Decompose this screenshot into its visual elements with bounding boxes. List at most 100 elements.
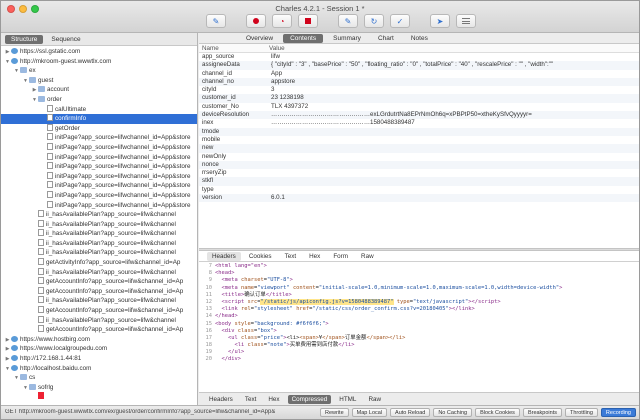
- param-row[interactable]: nonce: [199, 160, 639, 170]
- tab-body-hex[interactable]: Hex: [264, 395, 283, 404]
- tree-row[interactable]: ii_hasAvailablePlan?app_source=lifw&chan…: [1, 248, 197, 258]
- param-row[interactable]: stkfl: [199, 177, 639, 186]
- disclosure-collapsed-icon[interactable]: ▶: [4, 48, 11, 57]
- toggle-no-caching[interactable]: No Caching: [433, 408, 473, 417]
- param-row[interactable]: type: [199, 186, 639, 194]
- param-row[interactable]: channel_no appstore: [199, 77, 639, 87]
- repeat-button[interactable]: ↻: [364, 14, 384, 28]
- param-row[interactable]: cityId 3: [199, 86, 639, 94]
- tree-row[interactable]: ▶ https://ssl.gstatic.com: [1, 47, 197, 57]
- tree-row[interactable]: initPage?app_source=lifwchannel_id=App&s…: [1, 171, 197, 182]
- tab-raw[interactable]: Raw: [356, 252, 379, 261]
- param-row[interactable]: app_source lifw: [199, 53, 639, 61]
- tree-row[interactable]: initPage?app_source=lifwchannel_id=App&s…: [1, 142, 197, 153]
- tab-body-text[interactable]: Text: [241, 395, 261, 404]
- tree-row[interactable]: ▼ http://mkroom-guest.wwwtlx.com: [1, 57, 197, 67]
- tree-row[interactable]: ii_hasAvailablePlan?app_source=lifw&chan…: [1, 267, 197, 278]
- toggle-map-local[interactable]: Map Local: [351, 408, 388, 417]
- tree-row[interactable]: getAccountInfo?app_source=lifw&channel_i…: [1, 286, 197, 297]
- param-row[interactable]: customer_id 23 1238198: [199, 94, 639, 103]
- toggle-recording[interactable]: Recording: [600, 408, 636, 417]
- tree-row[interactable]: ii_hasAvailablePlan?app_source=lifw&chan…: [1, 296, 197, 306]
- disclosure-expanded-icon[interactable]: ▼: [31, 96, 38, 105]
- disclosure-expanded-icon[interactable]: ▼: [22, 384, 29, 393]
- disclosure-expanded-icon[interactable]: ▼: [22, 77, 29, 86]
- validate-button[interactable]: ✓: [390, 14, 410, 28]
- param-row[interactable]: new: [199, 144, 639, 153]
- param-row[interactable]: rrseryZip: [199, 169, 639, 177]
- pane-splitter[interactable]: [199, 248, 639, 251]
- disclosure-expanded-icon[interactable]: ▼: [4, 58, 11, 67]
- tree-row[interactable]: getActivityInfo?app_source=lifw&channel_…: [1, 258, 197, 268]
- tree-row[interactable]: ▼ sofrlg: [1, 383, 197, 393]
- clear-session-button[interactable]: ✎: [206, 14, 226, 28]
- disclosure-expanded-icon[interactable]: ▼: [13, 67, 20, 76]
- tree-row[interactable]: initPage?app_source=lifwchannel_id=App&s…: [1, 200, 197, 211]
- toggle-throttling[interactable]: Throttling: [564, 408, 598, 417]
- settings-button[interactable]: [456, 14, 476, 28]
- tree-row[interactable]: initPage?app_source=lifwchannel_id=App&s…: [1, 152, 197, 163]
- param-row[interactable]: tmode: [199, 127, 639, 136]
- tree-row[interactable]: ▶ account: [1, 85, 197, 95]
- param-row[interactable]: mobile: [199, 136, 639, 144]
- tree-row[interactable]: ▼ order: [1, 95, 197, 105]
- tree-row[interactable]: getAccountInfo?app_source=lifw&channel_i…: [1, 277, 197, 287]
- record-button[interactable]: [246, 14, 266, 28]
- tree-row[interactable]: getAccountInfo?app_source=lifw&channel_i…: [1, 306, 197, 316]
- tab-headers[interactable]: Headers: [207, 252, 241, 261]
- tree-row[interactable]: ▼ cs: [1, 373, 197, 383]
- breakpoints-button[interactable]: [298, 14, 318, 28]
- tab-cookies[interactable]: Cookies: [244, 252, 277, 261]
- tree-row[interactable]: calUltimate: [1, 104, 197, 115]
- tree-row[interactable]: ii_hasAvailablePlan?app_source=lifw&chan…: [1, 238, 197, 249]
- tab-chart[interactable]: Chart: [371, 34, 401, 43]
- tree-row[interactable]: ▶ https://www.localgroupedu.com: [1, 344, 197, 354]
- compose-button[interactable]: ✎: [338, 14, 358, 28]
- tree-row[interactable]: ii_hasAvailablePlan?app_source=lifw&chan…: [1, 315, 197, 326]
- tab-text[interactable]: Text: [280, 252, 302, 261]
- value-column-header[interactable]: Value: [269, 44, 285, 52]
- tree-row[interactable]: ▼ http://localhost.baidu.com: [1, 364, 197, 374]
- param-row[interactable]: deviceResolution …………………………………………exLGrdut…: [199, 111, 639, 120]
- tree-row[interactable]: ii_hasAvailablePlan?app_source=lifw&chan…: [1, 219, 197, 230]
- tab-contents[interactable]: Contents: [283, 34, 324, 43]
- tree-row-selected[interactable]: confirmInfo: [1, 114, 197, 124]
- tree-row[interactable]: initPage?app_source=lifwchannel_id=App&s…: [1, 181, 197, 191]
- tab-body-raw[interactable]: Raw: [364, 395, 385, 404]
- toggle-breakpoints[interactable]: Breakpoints: [522, 408, 562, 417]
- toggle-rewrite[interactable]: Rewrite: [320, 408, 349, 417]
- tree-row[interactable]: [1, 392, 197, 402]
- disclosure-collapsed-icon[interactable]: ▶: [31, 86, 38, 95]
- param-row[interactable]: version 6.0.1: [199, 194, 639, 203]
- toggle-block-cookies[interactable]: Block Cookies: [475, 408, 520, 417]
- tree-row[interactable]: ▶ http://172.168.1.44:81: [1, 354, 197, 364]
- disclosure-expanded-icon[interactable]: ▼: [4, 365, 11, 374]
- tree-row[interactable]: initPage?app_source=lifwchannel_id=App&s…: [1, 133, 197, 143]
- param-row[interactable]: inex …………………………………………1580488389487: [199, 119, 639, 127]
- tree-row[interactable]: ii_hasAvailablePlan?app_source=lifw&chan…: [1, 229, 197, 239]
- tab-notes[interactable]: Notes: [404, 34, 435, 43]
- param-row[interactable]: newOnly: [199, 153, 639, 161]
- tab-summary[interactable]: Summary: [326, 34, 368, 43]
- tab-body-html[interactable]: HTML: [335, 395, 360, 404]
- tree-row[interactable]: ▼ ex: [1, 66, 197, 76]
- tree-row[interactable]: initPage?app_source=lifwchannel_id=App&s…: [1, 190, 197, 201]
- name-column-header[interactable]: Name: [199, 44, 269, 52]
- tree-row[interactable]: getAccountInfo?app_source=lifw&channel_i…: [1, 325, 197, 335]
- tab-overview[interactable]: Overview: [239, 34, 280, 43]
- tree-row[interactable]: ii_hasAvailablePlan?app_source=lifw&chan…: [1, 210, 197, 220]
- throttle-button[interactable]: ◔: [272, 14, 292, 28]
- response-body-viewer[interactable]: 7 <html lang="en"> 8 <head> 9 <meta charset=…: [199, 263, 639, 392]
- disclosure-collapsed-icon[interactable]: ▶: [4, 336, 11, 345]
- tab-hex[interactable]: Hex: [304, 252, 325, 261]
- disclosure-collapsed-icon[interactable]: ▶: [4, 345, 11, 354]
- tab-body-headers[interactable]: Headers: [205, 395, 237, 404]
- tab-sequence[interactable]: Sequence: [45, 35, 86, 44]
- disclosure-expanded-icon[interactable]: ▼: [13, 374, 20, 383]
- tab-structure[interactable]: Structure: [5, 35, 44, 44]
- tab-body-compressed[interactable]: Compressed: [287, 395, 332, 404]
- tree-row[interactable]: initPage?app_source=lifwchannel_id=App&s…: [1, 162, 197, 172]
- tree-row[interactable]: getOrder: [1, 123, 197, 134]
- param-row[interactable]: customer_No TLX 4397372: [199, 103, 639, 111]
- tree-row[interactable]: ▼ guest: [1, 76, 197, 86]
